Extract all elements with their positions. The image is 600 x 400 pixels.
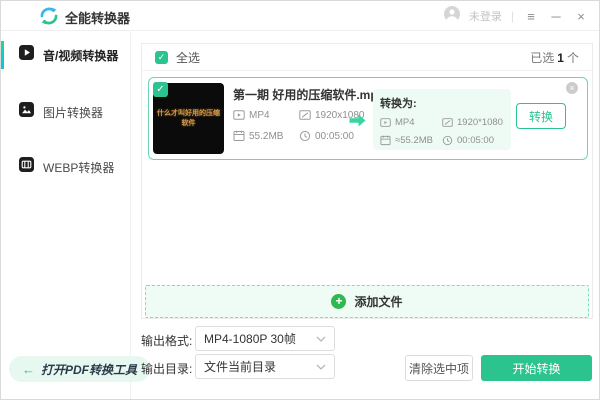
target-duration: 00:05:00 [442,135,504,146]
back-arrow-icon: ← [22,361,35,377]
select-all-label[interactable]: 全选 [176,49,200,66]
remove-file-icon[interactable]: × [566,82,578,94]
convert-to-label: 转换为: [380,98,417,110]
login-status[interactable]: 未登录 [469,8,502,24]
pdf-tool-label: 打开PDF转换工具 [41,362,138,377]
sidebar-item-webp-converter[interactable]: WEBP转换器 [1,152,130,182]
image-converter-icon [19,102,34,122]
convert-arrow-icon [348,113,367,133]
clear-selected-button[interactable]: 清除选中项 [405,355,473,381]
thumbnail-text: 什么才叫好用的压缩软件 [157,110,220,127]
close-icon[interactable]: × [573,10,589,23]
titlebar-divider: | [510,9,514,23]
source-size: 55.2MB [233,130,295,142]
target-resolution: 1920*1080 [442,117,504,128]
size-icon [233,130,245,141]
list-header: ✓ 全选 已选 1 个 [142,44,592,71]
start-convert-button[interactable]: 开始转换 [481,355,592,381]
sidebar-item-av-converter[interactable]: 音/视频转换器 [1,40,130,70]
output-format-value: MP4-1080P 30帧 [204,332,296,346]
resolution-icon [299,110,311,120]
file-list-panel: ✓ 全选 已选 1 个 ✓ 什么才叫好用的压缩软件 第一期 好用的压缩软件.mp4 … [141,43,593,319]
file-checkbox[interactable]: ✓ [153,82,168,97]
add-files-dropzone[interactable]: + 添加文件 [145,285,589,318]
format-icon [233,110,245,120]
target-panel: 转换为: MP4 1920*1080 ≈55.2MB 00:05:00 [373,89,511,150]
sidebar: 音/视频转换器 图片转换器 WEBP转换器 [1,32,131,399]
sidebar-item-label: WEBP转换器 [43,160,115,175]
target-size: ≈55.2MB [380,135,438,146]
app-title: 全能转换器 [65,11,131,26]
output-format-label: 输出格式: [141,334,193,348]
sidebar-item-image-converter[interactable]: 图片转换器 [1,97,130,127]
file-card[interactable]: ✓ 什么才叫好用的压缩软件 第一期 好用的压缩软件.mp4 MP4 1920x1… [148,77,588,160]
target-meta: MP4 1920*1080 ≈55.2MB 00:05:00 [380,117,504,146]
chevron-down-icon [316,336,326,342]
select-all-checkbox[interactable]: ✓ [155,50,168,64]
file-name: 第一期 好用的压缩软件.mp4 [233,88,385,102]
source-format: MP4 [233,109,295,121]
target-format: MP4 [380,117,438,128]
source-meta: MP4 1920x1080 55.2MB 00:05:00 [233,109,365,142]
open-pdf-tool-button[interactable]: ← 打开PDF转换工具 [9,356,151,382]
output-dir-select[interactable]: 文件当前目录 [195,354,335,379]
convert-button[interactable]: 转换 [516,103,566,129]
output-dir-value: 文件当前目录 [204,360,277,374]
sidebar-item-label: 音/视频转换器 [43,48,119,63]
titlebar-right: 未登录 | ≡ ─ × [443,1,589,31]
format-icon [380,118,391,127]
chevron-down-icon [316,364,326,370]
sidebar-item-label: 图片转换器 [43,105,104,120]
menu-icon[interactable]: ≡ [523,10,539,23]
webp-converter-icon [19,157,34,177]
app-window: 全能转换器 未登录 | ≡ ─ × 音/视频转换器 图片转换器 WEBP转换器 … [0,0,600,400]
video-converter-icon [19,45,34,65]
duration-icon [442,135,453,146]
output-format-select[interactable]: MP4-1080P 30帧 [195,326,335,351]
add-files-label: 添加文件 [354,295,403,309]
output-dir-label: 输出目录: [141,362,193,376]
avatar[interactable] [443,5,460,27]
plus-icon: + [331,294,347,309]
resolution-icon [442,118,453,127]
size-icon [380,135,391,146]
selected-count: 已选 1 个 [530,50,579,65]
minimize-icon[interactable]: ─ [548,10,564,23]
duration-icon [299,130,311,142]
titlebar: 全能转换器 未登录 | ≡ ─ × [1,1,599,31]
app-logo-icon [39,6,59,31]
